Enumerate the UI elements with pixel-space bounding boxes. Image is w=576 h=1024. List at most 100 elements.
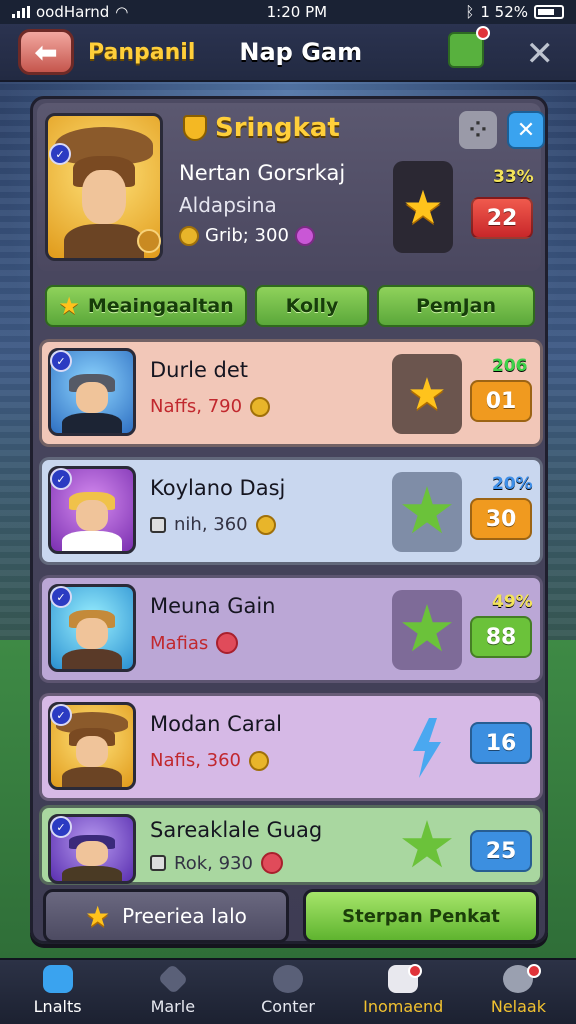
close-button[interactable]: ✕ [507, 111, 545, 149]
row-subtitle: nih, 360 [150, 514, 276, 535]
list-item[interactable]: ✓ Durle det Naffs, 790 ★ 206 01 [39, 339, 543, 447]
status-right: ᛒ 1 52% [465, 3, 564, 21]
dice-button[interactable]: ⁘ [459, 111, 497, 149]
coin-icon [249, 750, 270, 771]
close-icon: ✕ [516, 117, 536, 143]
list-item[interactable]: ✓ Meuna Gain Mafias 49% 88 [39, 575, 543, 683]
notification-dot [526, 964, 541, 978]
level-badge-icon: ✓ [50, 704, 72, 726]
dice-icon: ⁘ [468, 117, 488, 143]
nav-label: Inomaend [363, 997, 444, 1016]
notification-dot [407, 964, 422, 978]
player-coins: Grib; 300 [179, 225, 315, 246]
page-title: Nap Gam [239, 38, 363, 66]
sterpan-button[interactable]: Sterpan Penkat [303, 889, 539, 943]
level-badge-icon: ✓ [50, 586, 72, 608]
row-score-button[interactable]: 01 [470, 380, 532, 422]
list-item[interactable]: ✓ Sareaklale Guag Rok, 930 25 [39, 805, 543, 885]
shield-icon [183, 115, 207, 141]
diamond-icon [157, 963, 189, 995]
row-percent: 49% [492, 592, 533, 612]
tab-pemjan[interactable]: PemJan [377, 285, 535, 327]
gold-star-icon: ★ [402, 180, 444, 234]
bluetooth-icon: ᛒ [465, 3, 475, 21]
nav-nelaak[interactable]: Nelaak [461, 960, 576, 1024]
notification-dot [476, 26, 490, 40]
tab-label: Meaingaaltan [87, 295, 234, 317]
row-sub-text: Mafias [150, 632, 209, 654]
row-subtitle: Rok, 930 [150, 852, 283, 874]
back-button[interactable]: ⬅ [18, 29, 74, 75]
coins-text: Grib; 300 [205, 225, 289, 246]
bolt-icon [413, 718, 441, 778]
battery-icon [534, 5, 564, 19]
row-title: Durle det [150, 358, 249, 382]
body-shape [62, 649, 122, 669]
list-item[interactable]: ✓ Koylano Dasj nih, 360 20% 30 [39, 457, 543, 565]
controller-icon [273, 965, 303, 993]
row-title: Meuna Gain [150, 594, 276, 618]
nav-conter[interactable]: Conter [230, 960, 345, 1024]
rank-title-text: Sringkat [215, 113, 340, 143]
reward-box: ★ [392, 354, 462, 434]
square-icon [150, 855, 166, 871]
home-button[interactable] [448, 26, 490, 68]
square-icon [150, 516, 166, 533]
row-score-button[interactable]: 16 [470, 722, 532, 764]
close-icon[interactable]: ✕ [526, 34, 555, 74]
gem-red-icon [260, 852, 283, 874]
reward-box: ★ [393, 161, 453, 253]
row-sub-text: Naffs, 790 [150, 396, 243, 417]
face-shape [75, 736, 109, 768]
star-icon: ★ [85, 899, 111, 933]
tab-label: PemJan [415, 295, 497, 317]
gem-icon [294, 225, 315, 246]
preeriea-button[interactable]: ★ Preeriea Ialo [43, 889, 289, 943]
star-icon: ★ [58, 292, 80, 320]
button-label: Preeriea Ialo [122, 904, 247, 928]
row-percent: 20% [492, 474, 533, 494]
coin-icon [255, 514, 276, 535]
row-subtitle: Mafias [150, 632, 239, 654]
level-badge-icon: ✓ [49, 143, 71, 165]
tab-kolly[interactable]: Kolly [255, 285, 369, 327]
row-title: Koylano Dasj [150, 476, 286, 500]
coin-icon [250, 396, 271, 417]
header-percent: 33% [493, 167, 534, 187]
tab-meaingaaltan[interactable]: ★ Meaingaaltan [45, 285, 247, 327]
coin-icon [179, 225, 199, 246]
face-shape [75, 618, 109, 650]
battery-percent: 1 52% [480, 3, 528, 21]
list-item[interactable]: ✓ Modan Caral Nafis, 360 16 [39, 693, 543, 801]
row-score-button[interactable]: 30 [470, 498, 532, 540]
reward-box [392, 812, 462, 880]
section-title: Panpanil [88, 39, 196, 65]
carrier-name: oodHarnd [36, 3, 110, 21]
header-score-button[interactable]: 22 [471, 197, 533, 239]
nav-label: Nelaak [490, 997, 546, 1016]
player-subtitle: Aldapsina [179, 193, 277, 217]
home-icon [42, 965, 73, 993]
reward-box [392, 708, 462, 788]
nav-label: Conter [261, 997, 315, 1016]
level-badge-icon: ✓ [50, 468, 72, 490]
row-score-button[interactable]: 88 [470, 616, 532, 658]
row-sub-text: Rok, 930 [174, 852, 253, 874]
player-header-card: ✓ Sringkat ⁘ ✕ Nertan Gorsrkaj Aldapsina… [37, 103, 545, 271]
row-subtitle: Naffs, 790 [150, 396, 271, 417]
face-shape [75, 382, 109, 414]
gold-medal-icon [137, 229, 161, 253]
body-shape [63, 223, 145, 258]
nav-inomaend[interactable]: Inomaend [346, 960, 461, 1024]
face-shape [75, 841, 109, 866]
nav-marle[interactable]: Marle [115, 960, 230, 1024]
row-percent: 206 [492, 356, 528, 376]
nav-lnalts[interactable]: Lnalts [0, 960, 115, 1024]
gold-star-icon: ★ [407, 368, 447, 420]
row-subtitle: Nafis, 360 [150, 750, 270, 771]
green-star-icon [402, 604, 452, 652]
row-score-button[interactable]: 25 [470, 830, 532, 872]
face-shape [81, 169, 127, 224]
nav-label: Lnalts [33, 997, 82, 1016]
status-bar: oodHarnd ◠ 1:20 PM ᛒ 1 52% [0, 0, 576, 24]
